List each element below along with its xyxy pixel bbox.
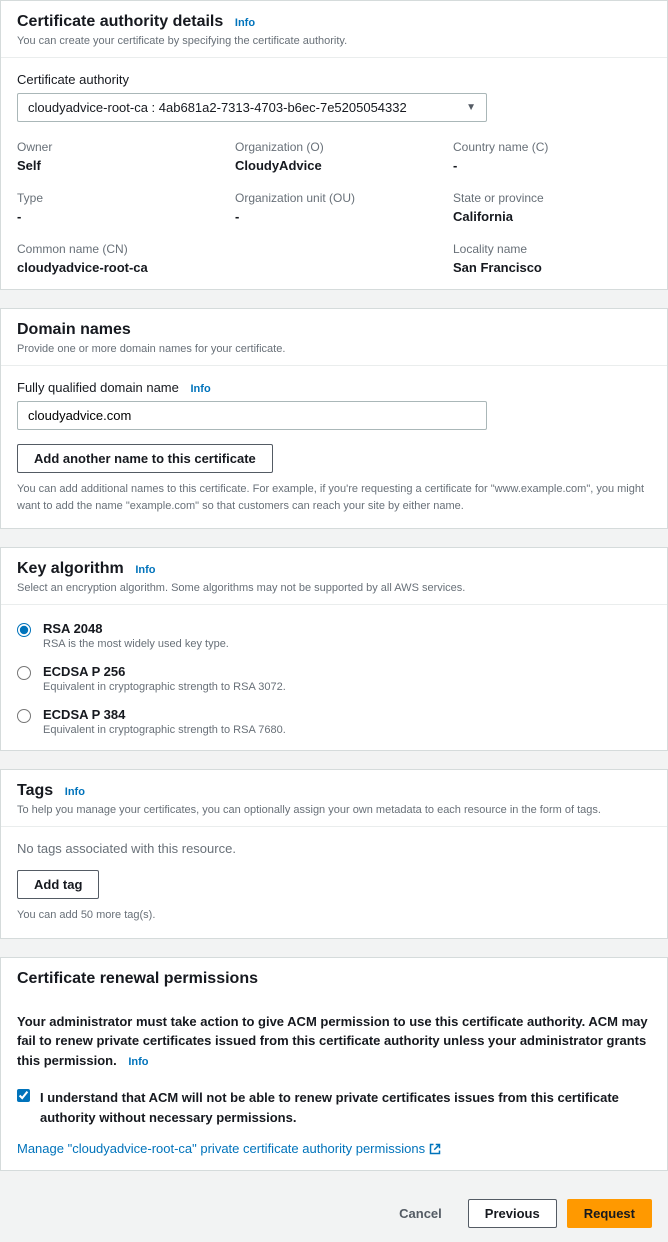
external-link-icon xyxy=(429,1143,441,1155)
panel-body: No tags associated with this resource. A… xyxy=(1,827,667,938)
type-value: - xyxy=(17,209,215,224)
info-link[interactable]: Info xyxy=(191,383,211,395)
ca-details-grid: Owner Self Organization (O) CloudyAdvice… xyxy=(17,140,651,275)
country-label: Country name (C) xyxy=(453,140,651,154)
algo-ecdsa-384[interactable]: ECDSA P 384 Equivalent in cryptographic … xyxy=(17,707,651,736)
info-link[interactable]: Info xyxy=(128,1056,148,1068)
panel-header: Key algorithm Info Select an encryption … xyxy=(1,548,667,605)
radio-label: ECDSA P 256 xyxy=(43,664,286,679)
info-link[interactable]: Info xyxy=(135,564,155,576)
add-domain-button[interactable]: Add another name to this certificate xyxy=(17,444,273,473)
cancel-button[interactable]: Cancel xyxy=(383,1200,458,1227)
radio-label: RSA 2048 xyxy=(43,621,229,636)
tags-empty: No tags associated with this resource. xyxy=(17,841,651,856)
radio-input[interactable] xyxy=(17,666,31,680)
panel-title: Domain names xyxy=(17,321,131,339)
chevron-down-icon: ▼ xyxy=(466,102,476,113)
ca-select[interactable]: cloudyadvice-root-ca : 4ab681a2-7313-470… xyxy=(17,93,487,122)
radio-input[interactable] xyxy=(17,709,31,723)
info-link[interactable]: Info xyxy=(65,786,85,798)
domain-help-text: You can add additional names to this cer… xyxy=(17,481,651,514)
algo-ecdsa-256[interactable]: ECDSA P 256 Equivalent in cryptographic … xyxy=(17,664,651,693)
cn-value: cloudyadvice-root-ca xyxy=(17,260,215,275)
info-link[interactable]: Info xyxy=(235,17,255,29)
owner-value: Self xyxy=(17,158,215,173)
panel-title: Certificate authority details xyxy=(17,13,223,31)
panel-body: Fully qualified domain name Info Add ano… xyxy=(1,366,667,528)
key-algorithm-panel: Key algorithm Info Select an encryption … xyxy=(0,547,668,751)
panel-title: Tags xyxy=(17,782,53,800)
panel-subtitle: To help you manage your certificates, yo… xyxy=(17,804,651,816)
org-value: CloudyAdvice xyxy=(235,158,433,173)
org-label: Organization (O) xyxy=(235,140,433,154)
tags-panel: Tags Info To help you manage your certif… xyxy=(0,769,668,939)
locality-value: San Francisco xyxy=(453,260,651,275)
panel-title: Certificate renewal permissions xyxy=(17,970,258,988)
fqdn-input[interactable] xyxy=(17,401,487,430)
ou-label: Organization unit (OU) xyxy=(235,191,433,205)
renewal-warning: Your administrator must take action to g… xyxy=(17,1014,648,1068)
owner-label: Owner xyxy=(17,140,215,154)
algo-rsa-2048[interactable]: RSA 2048 RSA is the most widely used key… xyxy=(17,621,651,650)
panel-subtitle: Provide one or more domain names for you… xyxy=(17,343,651,355)
radio-desc: Equivalent in cryptographic strength to … xyxy=(43,681,286,693)
radio-input[interactable] xyxy=(17,623,31,637)
ca-select-value: cloudyadvice-root-ca : 4ab681a2-7313-470… xyxy=(28,100,407,115)
manage-permissions-link[interactable]: Manage "cloudyadvice-root-ca" private ce… xyxy=(17,1141,441,1156)
panel-header: Certificate renewal permissions xyxy=(1,958,667,998)
radio-desc: Equivalent in cryptographic strength to … xyxy=(43,724,286,736)
panel-body: Your administrator must take action to g… xyxy=(1,998,667,1171)
country-value: - xyxy=(453,158,651,173)
algo-radio-group: RSA 2048 RSA is the most widely used key… xyxy=(1,607,667,750)
cn-label: Common name (CN) xyxy=(17,242,215,256)
fqdn-label: Fully qualified domain name Info xyxy=(17,380,651,395)
panel-header: Tags Info To help you manage your certif… xyxy=(1,770,667,827)
panel-subtitle: Select an encryption algorithm. Some alg… xyxy=(17,582,651,594)
request-button[interactable]: Request xyxy=(567,1199,652,1228)
panel-header: Certificate authority details Info You c… xyxy=(1,1,667,58)
domain-names-panel: Domain names Provide one or more domain … xyxy=(0,308,668,529)
locality-label: Locality name xyxy=(453,242,651,256)
renewal-ack-label: I understand that ACM will not be able t… xyxy=(40,1088,651,1127)
renewal-ack-row[interactable]: I understand that ACM will not be able t… xyxy=(17,1088,651,1127)
ou-value: - xyxy=(235,209,433,224)
panel-title: Key algorithm xyxy=(17,560,124,578)
panel-subtitle: You can create your certificate by speci… xyxy=(17,35,651,47)
ca-details-panel: Certificate authority details Info You c… xyxy=(0,0,668,290)
tags-limit: You can add 50 more tag(s). xyxy=(17,907,651,924)
panel-body: Certificate authority cloudyadvice-root-… xyxy=(1,58,667,289)
renewal-ack-checkbox[interactable] xyxy=(17,1088,30,1103)
add-tag-button[interactable]: Add tag xyxy=(17,870,99,899)
ca-select-label: Certificate authority xyxy=(17,72,651,87)
footer-buttons: Cancel Previous Request xyxy=(0,1189,668,1242)
radio-label: ECDSA P 384 xyxy=(43,707,286,722)
renewal-panel: Certificate renewal permissions Your adm… xyxy=(0,957,668,1172)
previous-button[interactable]: Previous xyxy=(468,1199,557,1228)
radio-desc: RSA is the most widely used key type. xyxy=(43,638,229,650)
state-label: State or province xyxy=(453,191,651,205)
state-value: California xyxy=(453,209,651,224)
type-label: Type xyxy=(17,191,215,205)
panel-header: Domain names Provide one or more domain … xyxy=(1,309,667,366)
